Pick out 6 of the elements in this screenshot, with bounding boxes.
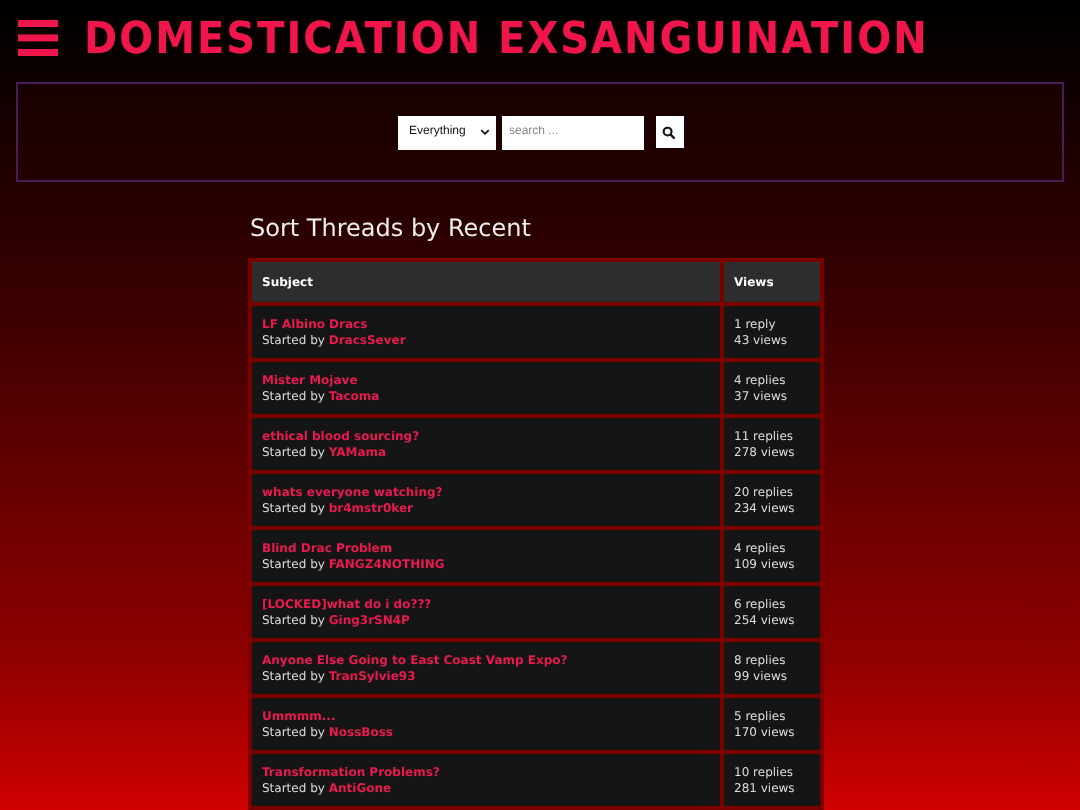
section-heading: Sort Threads by Recent	[250, 214, 533, 242]
search-icon	[662, 125, 676, 139]
menu-icon[interactable]	[18, 18, 58, 58]
search-button[interactable]	[655, 116, 683, 148]
site-title[interactable]: DOMESTICATION EXSANGUINATION	[84, 11, 929, 65]
caret-icon	[479, 128, 489, 136]
